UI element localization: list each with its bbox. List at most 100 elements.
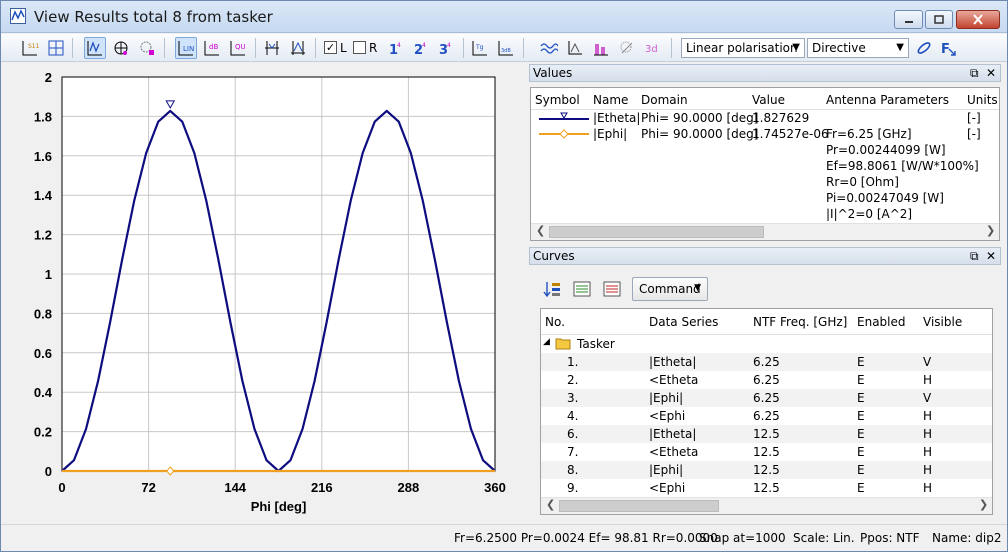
col-enabled[interactable]: Enabled <box>857 315 906 329</box>
minimize-button[interactable] <box>894 10 923 29</box>
curve-row[interactable]: 8. |Ephi| 12.5 E H <box>541 461 992 479</box>
curve-no: 6. <box>567 427 579 441</box>
3d-grid-button[interactable]: 3d <box>642 37 664 59</box>
curve-no: 9. <box>567 481 579 495</box>
param-ef: Ef=98.8061 [W/W*100%] <box>826 159 979 173</box>
scale-icon: 3dB <box>498 41 513 56</box>
scroll-left-icon[interactable]: ❮ <box>536 224 545 237</box>
curve-enabled: E <box>857 463 865 477</box>
polarisation-select[interactable]: Linear polarisation ▼ <box>681 38 805 58</box>
scroll-right-icon[interactable]: ❯ <box>979 498 988 511</box>
y-tick-label: 1 <box>45 267 52 282</box>
curve-row[interactable]: 4. <Ephi 6.25 E H <box>541 407 992 425</box>
chart-panel[interactable]: 0 72 144 216 288 360 0 0.2 0.4 0.6 0.8 1 1.2 1.4 1.6 1.… <box>1 63 527 523</box>
curve-row[interactable]: 3. |Ephi| 6.25 E V <box>541 389 992 407</box>
expand-triangle-icon[interactable]: ◢ <box>543 337 550 347</box>
values-scroll-thumb[interactable] <box>549 226 764 238</box>
row1-value: 1.827629 <box>752 111 810 125</box>
check-r-label: R <box>369 41 378 55</box>
grid-button[interactable] <box>616 37 638 59</box>
close-button[interactable] <box>956 10 1000 29</box>
wave-button[interactable] <box>538 37 560 59</box>
wave-icon <box>540 43 558 54</box>
pen-button[interactable] <box>913 37 935 59</box>
s11-button[interactable]: S11 <box>19 37 41 59</box>
num2-icon: 24 <box>414 42 426 57</box>
close-icon[interactable]: ✕ <box>986 66 996 80</box>
check-r[interactable] <box>353 41 366 54</box>
svg-text:LIN: LIN <box>183 45 194 53</box>
db-icon: dB <box>204 41 219 56</box>
col-domain[interactable]: Domain <box>641 93 688 107</box>
values-hscrollbar[interactable]: ❮ ❯ <box>531 223 999 240</box>
col-name[interactable]: Name <box>593 93 628 107</box>
svg-text:3d: 3d <box>645 44 658 55</box>
scale-button[interactable]: 3dB <box>495 37 517 59</box>
chevron-down-icon: ▼ <box>694 283 701 293</box>
scroll-left-icon[interactable]: ❮ <box>546 498 555 511</box>
y-tick-label: 0.6 <box>34 346 52 361</box>
svg-text:Tg: Tg <box>475 44 484 51</box>
col-value[interactable]: Value <box>752 93 785 107</box>
scroll-right-icon[interactable]: ❯ <box>986 224 995 237</box>
marker-button[interactable] <box>261 37 283 59</box>
maximize-icon <box>934 15 944 24</box>
curves-scroll-thumb[interactable] <box>559 500 719 512</box>
col-ntf-freq[interactable]: NTF Freq. [GHz] <box>753 315 847 329</box>
curve-row[interactable]: 7. <Etheta 12.5 E H <box>541 443 992 461</box>
chart-svg[interactable]: 0 72 144 216 288 360 0 0.2 0.4 0.6 0.8 1 1.2 1.4 1.6 1.… <box>1 63 527 523</box>
sort-icon <box>543 282 560 298</box>
chart-button[interactable] <box>564 37 586 59</box>
curves-hscrollbar[interactable]: ❮ ❯ <box>541 497 992 514</box>
command-button[interactable]: Command ▼ <box>632 277 708 301</box>
values-pane-title: Values ⧉ ✕ <box>529 64 1001 82</box>
tasker-group-row[interactable]: ◢ Tasker <box>541 335 992 353</box>
curves-grid: No. Data Series NTF Freq. [GHz] Enabled … <box>540 308 993 515</box>
num3-button[interactable]: 34 <box>435 37 457 59</box>
smith-button[interactable] <box>45 37 67 59</box>
vw-button[interactable] <box>84 37 106 59</box>
curve-row[interactable]: 2. <Etheta 6.25 E H <box>541 371 992 389</box>
col-antenna-params[interactable]: Antenna Parameters <box>826 93 949 107</box>
undock-icon[interactable]: ⧉ <box>970 66 979 81</box>
delete-curves-button[interactable] <box>601 278 623 300</box>
mode-select[interactable]: Directive ▼ <box>807 38 909 58</box>
col-units[interactable]: Units <box>967 93 998 107</box>
curve-enabled: E <box>857 391 865 405</box>
check-l[interactable]: ✓ <box>324 41 337 54</box>
curves-pane-label: Curves <box>533 249 575 263</box>
num2-button[interactable]: 24 <box>410 37 432 59</box>
copy-curves-button[interactable] <box>571 278 593 300</box>
close-icon[interactable]: ✕ <box>986 249 996 263</box>
fit-button[interactable]: Tg <box>469 37 491 59</box>
svg-text:S11: S11 <box>28 43 39 50</box>
main-toolbar: S11 LIN dB QU ✓ L R 1 4 2 4 3 4 Tg 3dB 3… <box>1 34 1007 62</box>
y-tick-label: 1.4 <box>34 188 53 203</box>
curve-row[interactable]: 6. |Etheta| 12.5 E H <box>541 425 992 443</box>
curve-row[interactable]: 1. |Etheta| 6.25 E V <box>541 353 992 371</box>
curve-row[interactable]: 9. <Ephi 12.5 E H <box>541 479 992 497</box>
qu-button[interactable]: QU <box>227 37 249 59</box>
status-readout: Fr=6.2500 Pr=0.0024 Ef= 98.81 Rr=0.0000 <box>454 531 718 545</box>
curve-enabled: E <box>857 355 865 369</box>
polar-button[interactable] <box>110 37 132 59</box>
col-data-series[interactable]: Data Series <box>649 315 718 329</box>
title-bar: View Results total 8 from tasker <box>1 1 1007 33</box>
fx-button[interactable]: F <box>937 37 959 59</box>
lin-button[interactable]: LIN <box>175 37 197 59</box>
col-symbol[interactable]: Symbol <box>535 93 580 107</box>
marker-delta-button[interactable] <box>287 37 309 59</box>
undock-icon[interactable]: ⧉ <box>970 249 979 264</box>
num1-button[interactable]: 14 <box>385 37 407 59</box>
app-chart-icon <box>10 8 26 24</box>
maximize-button[interactable] <box>925 10 953 29</box>
sort-curves-button[interactable] <box>541 278 563 300</box>
curve-enabled: E <box>857 481 865 495</box>
x-tick-label: 0 <box>58 480 65 495</box>
row2-name: |Ephi| <box>593 127 628 141</box>
bar-button[interactable] <box>590 37 612 59</box>
3d-button[interactable] <box>136 37 158 59</box>
db-button[interactable]: dB <box>201 37 223 59</box>
col-visible[interactable]: Visible <box>923 315 962 329</box>
col-no[interactable]: No. <box>545 315 565 329</box>
